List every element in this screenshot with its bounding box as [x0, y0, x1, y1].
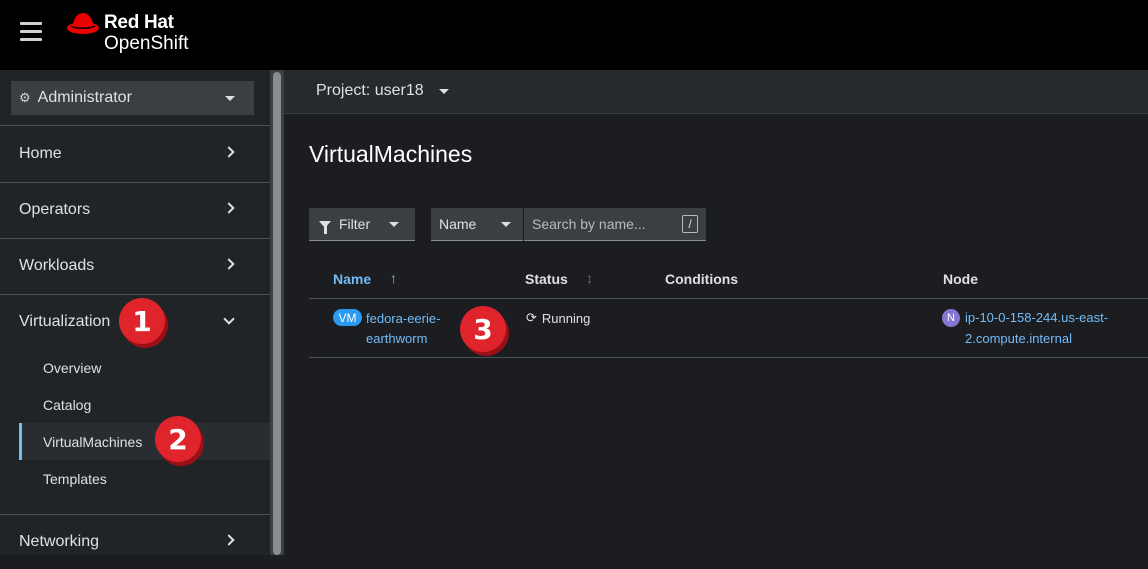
- chevron-down-icon: [223, 313, 235, 325]
- sidebar-subitem-catalog[interactable]: Catalog: [19, 386, 270, 423]
- vm-resource-badge: VM: [333, 309, 362, 326]
- sort-ascending-icon[interactable]: ↑: [390, 270, 397, 286]
- sidebar-item-label: Networking: [19, 532, 100, 550]
- vm-status: ⟳ Running: [526, 310, 590, 326]
- filter-icon: [319, 220, 331, 234]
- sidebar-item-label: Operators: [19, 200, 91, 218]
- caret-down-icon: [439, 89, 449, 94]
- filter-field-select[interactable]: Name: [431, 208, 523, 241]
- sidebar-subitem-virtualmachines[interactable]: VirtualMachines: [19, 423, 270, 460]
- chevron-right-icon: [223, 146, 235, 158]
- project-bar: Project: user18: [284, 70, 1148, 114]
- masthead: Red Hat OpenShift: [0, 0, 1148, 70]
- sidebar-subitem-label: Catalog: [43, 396, 92, 413]
- vm-status-text: Running: [541, 310, 591, 326]
- red-hat-openshift-logo[interactable]: Red Hat OpenShift: [66, 12, 196, 56]
- caret-down-icon: [389, 222, 399, 227]
- main-content: Project: user18 VirtualMachines Filter N…: [284, 70, 1148, 555]
- sidebar-scrollbar[interactable]: [270, 70, 284, 555]
- sidebar-item-operators[interactable]: Operators: [0, 182, 270, 237]
- vm-name-link[interactable]: fedora-eerie-earthworm: [366, 309, 461, 349]
- sidebar-item-label: Virtualization: [19, 312, 111, 330]
- node-resource-badge: N: [942, 309, 960, 327]
- search-shortcut-key: /: [682, 215, 698, 233]
- sidebar-subitem-templates[interactable]: Templates: [19, 460, 270, 497]
- column-header-status[interactable]: Status: [525, 271, 568, 287]
- table-header-divider: [309, 298, 1148, 299]
- sort-icon[interactable]: ↕: [586, 270, 593, 286]
- chevron-right-icon: [223, 202, 235, 214]
- sidebar-item-workloads[interactable]: Workloads: [0, 238, 270, 293]
- column-header-conditions: Conditions: [665, 271, 739, 287]
- page-title: VirtualMachines: [309, 141, 473, 167]
- filter-dropdown[interactable]: Filter: [309, 208, 415, 241]
- sidebar-subitem-label: Overview: [43, 359, 102, 376]
- filter-label: Filter: [339, 216, 371, 232]
- cogs-icon: ⚙: [19, 90, 31, 105]
- red-hat-icon: [67, 13, 99, 34]
- project-dropdown[interactable]: Project: user18: [316, 82, 424, 100]
- perspective-switcher[interactable]: ⚙ Administrator: [11, 81, 254, 115]
- scrollbar-thumb[interactable]: [273, 72, 281, 555]
- callout-badge-3: 3: [460, 306, 506, 352]
- caret-down-icon: [225, 96, 235, 101]
- filter-field-label: Name: [439, 216, 477, 232]
- brand-line2: OpenShift: [104, 33, 189, 54]
- sidebar-item-label: Home: [19, 144, 62, 162]
- hamburger-menu-icon[interactable]: [20, 22, 42, 42]
- table-row-divider: [309, 357, 1148, 358]
- column-header-node: Node: [943, 271, 978, 287]
- sidebar-subitem-label: VirtualMachines: [43, 433, 143, 450]
- chevron-right-icon: [223, 258, 235, 270]
- node-link[interactable]: ip-10-0-158-244.us-east-2.compute.intern…: [965, 307, 1140, 349]
- sidebar-item-label: Workloads: [19, 256, 95, 274]
- brand-line1: Red Hat: [104, 12, 174, 33]
- chevron-right-icon: [223, 534, 235, 546]
- caret-down-icon: [501, 222, 511, 227]
- sync-icon: ⟳: [526, 310, 537, 325]
- sidebar-item-home[interactable]: Home: [0, 126, 270, 181]
- column-header-name[interactable]: Name: [333, 271, 371, 287]
- search-input[interactable]: [524, 208, 706, 241]
- callout-badge-2: 2: [155, 416, 201, 462]
- sidebar-subitem-overview[interactable]: Overview: [19, 349, 270, 386]
- sidebar-item-networking[interactable]: Networking: [0, 514, 270, 569]
- sidebar-subitem-label: Templates: [43, 470, 107, 487]
- perspective-label: Administrator: [37, 89, 132, 106]
- callout-badge-1: 1: [119, 298, 165, 344]
